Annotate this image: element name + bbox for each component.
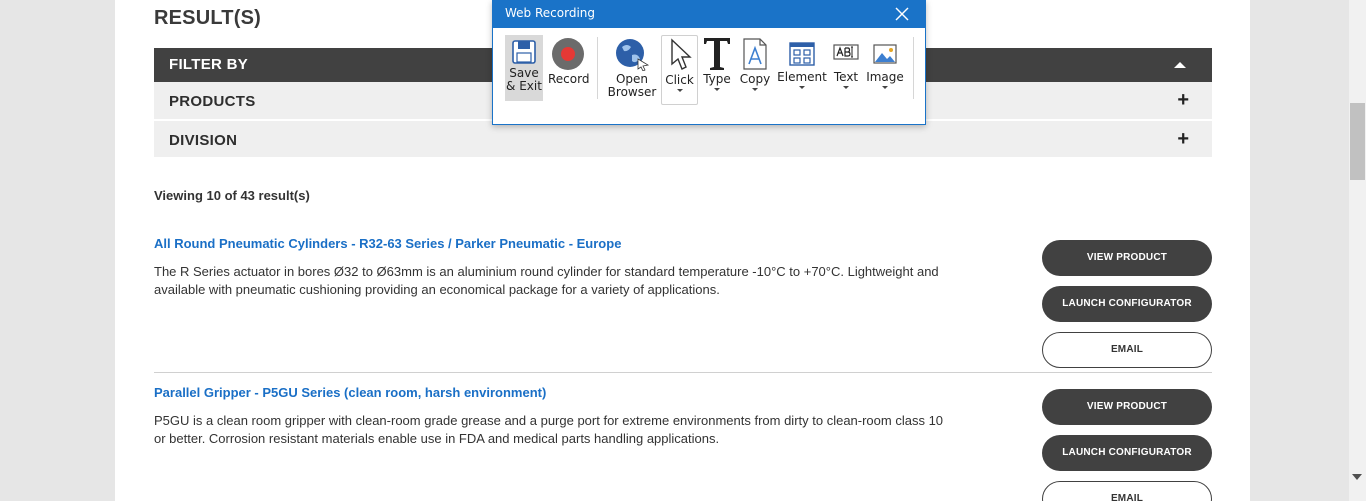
result-description: The R Series actuator in bores Ø32 to Ø6…	[154, 264, 939, 297]
filter-division-label: DIVISION	[169, 132, 238, 149]
type-button[interactable]: Type	[701, 35, 733, 91]
element-button[interactable]: Element	[777, 35, 827, 89]
text-button[interactable]: Text	[831, 35, 861, 89]
expand-plus-icon[interactable]: +	[1177, 89, 1189, 112]
result-title-link[interactable]: All Round Pneumatic Cylinders - R32-63 S…	[154, 236, 621, 251]
result-divider	[154, 372, 1212, 373]
collapse-caret-icon[interactable]	[1174, 62, 1186, 68]
filter-products-label: PRODUCTS	[169, 93, 256, 110]
view-product-button[interactable]: VIEW PRODUCT	[1042, 240, 1212, 276]
toolbar-separator	[913, 37, 914, 99]
result-description: P5GU is a clean room gripper with clean-…	[154, 413, 944, 446]
dialog-titlebar[interactable]: Web Recording	[493, 1, 925, 28]
record-icon	[552, 38, 584, 70]
email-button[interactable]: EMAIL	[1042, 332, 1212, 368]
image-label: Image	[866, 70, 904, 84]
chevron-down-icon[interactable]	[752, 88, 758, 91]
page-title: RESULT(S)	[154, 7, 261, 29]
open-browser-button[interactable]: Open Browser	[605, 35, 659, 99]
results-count: Viewing 10 of 43 result(s)	[154, 188, 310, 203]
launch-configurator-button[interactable]: LAUNCH CONFIGURATOR	[1042, 435, 1212, 471]
click-label: Click	[665, 73, 694, 87]
element-grid-icon	[789, 42, 815, 66]
copy-label: Copy	[739, 72, 771, 86]
email-button[interactable]: EMAIL	[1042, 481, 1212, 501]
type-label: Type	[703, 72, 731, 86]
close-icon[interactable]	[893, 5, 911, 23]
launch-configurator-button[interactable]: LAUNCH CONFIGURATOR	[1042, 286, 1212, 322]
web-recording-dialog: Web Recording Save & Exit Record Open Br…	[492, 0, 926, 125]
globe-icon	[616, 39, 650, 71]
filter-by-label: FILTER BY	[169, 56, 249, 73]
record-button[interactable]: Record	[548, 35, 590, 86]
chevron-down-icon[interactable]	[882, 86, 888, 89]
result-title-link[interactable]: Parallel Gripper - P5GU Series (clean ro…	[154, 385, 546, 400]
image-button[interactable]: Image	[865, 35, 905, 89]
element-label: Element	[777, 70, 827, 84]
record-label: Record	[548, 72, 590, 86]
view-product-button[interactable]: VIEW PRODUCT	[1042, 389, 1212, 425]
chevron-down-icon[interactable]	[714, 88, 720, 91]
filter-division[interactable]: DIVISION +	[154, 120, 1212, 157]
chevron-down-icon[interactable]	[676, 89, 683, 92]
image-icon	[873, 44, 897, 64]
click-button[interactable]: Click	[661, 35, 698, 105]
text-label: Text	[833, 70, 859, 84]
floppy-disk-icon	[512, 40, 536, 64]
type-t-icon	[704, 38, 730, 70]
expand-plus-icon[interactable]: +	[1177, 128, 1189, 151]
save-exit-button[interactable]: Save & Exit	[505, 35, 543, 101]
browser-label: Browser	[607, 85, 657, 99]
text-field-icon	[833, 44, 859, 60]
dialog-title: Web Recording	[505, 6, 595, 20]
exit-label: & Exit	[506, 79, 542, 93]
scrollbar-thumb[interactable]	[1350, 103, 1365, 180]
chevron-down-icon[interactable]	[799, 86, 805, 89]
scroll-down-arrow-icon[interactable]	[1352, 474, 1362, 480]
chevron-down-icon[interactable]	[843, 86, 849, 89]
vertical-scrollbar[interactable]	[1349, 0, 1366, 501]
copy-button[interactable]: Copy	[738, 35, 772, 91]
toolbar-separator	[597, 37, 598, 99]
copy-document-icon	[743, 38, 767, 70]
cursor-icon	[670, 38, 692, 70]
